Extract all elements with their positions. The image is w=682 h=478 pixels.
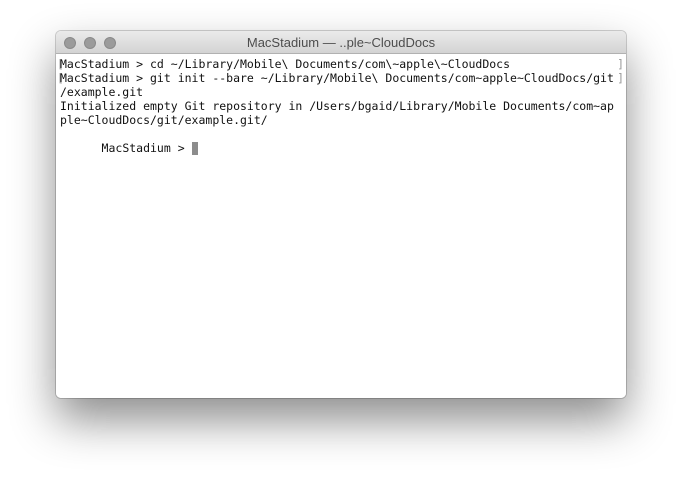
terminal-line: MacStadium > cd ~/Library/Mobile\ Docume… <box>60 57 511 71</box>
terminal-line: ple~CloudDocs/git/example.git/ <box>60 113 268 127</box>
terminal-line: /example.git <box>60 85 144 99</box>
title-bar[interactable]: MacStadium — ..ple~CloudDocs <box>56 31 626 54</box>
prompt-line[interactable]: MacStadium > <box>60 127 198 155</box>
terminal-line: Initialized empty Git repository in /Use… <box>60 99 614 113</box>
prompt-text: MacStadium > <box>101 141 192 155</box>
terminal-window: MacStadium — ..ple~CloudDocs [ ] MacStad… <box>56 31 626 398</box>
line-mark-right: ] <box>617 71 624 85</box>
line-mark-right: ] <box>617 57 624 71</box>
cursor <box>191 142 198 155</box>
window-title: MacStadium — ..ple~CloudDocs <box>246 35 436 50</box>
terminal-line: MacStadium > git init --bare ~/Library/M… <box>60 71 614 85</box>
terminal-content[interactable]: [ ] MacStadium > cd ~/Library/Mobile\ Do… <box>56 54 626 398</box>
